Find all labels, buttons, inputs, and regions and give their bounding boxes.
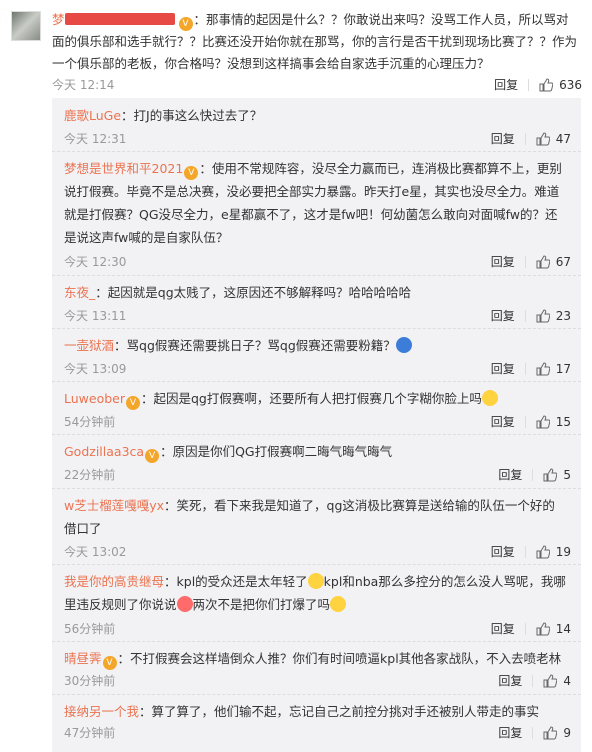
- reply-text: ：原因是你们QG打假赛啊二晦气晦气晦气: [160, 444, 393, 459]
- reply-username[interactable]: 接纳另一个我: [64, 704, 139, 719]
- reply-item: Luweober V ：起因是qg打假赛啊，还要所有人把打假赛几个字糊你脸上吗 54…: [52, 381, 581, 435]
- reply-button[interactable]: 回复: [491, 543, 515, 560]
- reply-time: 22分钟前: [64, 468, 116, 482]
- reply-text: ：算了算了，他们输不起，忘记自己之前控分挑对手还被别人带走的事实: [139, 704, 540, 719]
- reply-item: 鹿歌LuGe：打J的事这么快过去了？ 今天 12:31 回复 47: [52, 98, 581, 152]
- reply-button[interactable]: 回复: [498, 466, 522, 483]
- reply-time: 今天 13:09: [64, 362, 127, 376]
- reply-button[interactable]: 回复: [491, 413, 515, 430]
- reply-button[interactable]: 回复: [491, 253, 515, 270]
- reply-time: 今天 13:02: [64, 545, 127, 559]
- reply-username[interactable]: w芝士榴莲嘎嘎yx: [64, 498, 164, 513]
- reply-username[interactable]: Godzillaa3ca: [64, 444, 144, 459]
- reply-time: 47分钟前: [64, 726, 116, 740]
- reply-button[interactable]: 回复: [491, 620, 515, 637]
- like-count: 9: [563, 725, 571, 740]
- like-count: 14: [555, 621, 571, 636]
- like-icon[interactable]: [543, 467, 558, 482]
- reply-item: 一壶狱酒：骂qg假赛还需要挑日子？骂qg假赛还需要粉籍？ 今天 13:09 回复…: [52, 328, 581, 382]
- reply-item: 晴昼霁 V ：不打假赛会这样墙倒众人推？你们有时间喷逼kpl其他各家战队，不入去喷老…: [52, 641, 581, 695]
- reply-time: 30分钟前: [64, 674, 116, 688]
- like-count: 47: [555, 131, 571, 146]
- reply-username[interactable]: 东夜_: [64, 285, 95, 300]
- like-icon[interactable]: [536, 308, 550, 323]
- reply-button[interactable]: 回复: [491, 360, 515, 377]
- emoji-icon: [395, 337, 412, 353]
- redaction-mark: [64, 13, 175, 25]
- avatar[interactable]: [11, 11, 41, 41]
- divider: [528, 78, 530, 91]
- like-count: 17: [555, 361, 571, 376]
- reply-item: 梦想是世界和平2021 V ：使用不常规阵容，没尽全力赢而已，连消极比赛都算不上，更…: [52, 151, 581, 276]
- like-count: 4: [563, 673, 571, 688]
- reply-text: ：起因是qg打假赛啊，还要所有人把打假赛几个字糊你脸上吗: [141, 391, 482, 406]
- vip-badge-icon: V: [178, 17, 193, 31]
- reply-text: ：起因就是qg太贱了，这原因还不够解释吗？哈哈哈哈哈: [95, 285, 412, 300]
- username[interactable]: 梦: [52, 12, 178, 27]
- emoji-icon: [330, 596, 347, 612]
- like-count: 636: [559, 77, 582, 92]
- like-icon[interactable]: [536, 414, 550, 429]
- reply-button[interactable]: 回复: [491, 307, 515, 324]
- reply-username[interactable]: 一壶狱酒: [64, 338, 114, 353]
- like-count: 19: [555, 544, 571, 559]
- replies-panel: 鹿歌LuGe：打J的事这么快过去了？ 今天 12:31 回复 47 梦想是世界和平…: [52, 98, 581, 752]
- like-count: 67: [555, 254, 571, 269]
- reply-username[interactable]: 鹿歌LuGe: [64, 108, 121, 123]
- reply-username[interactable]: 晴昼霁: [64, 651, 102, 666]
- reply-button[interactable]: 回复: [491, 130, 515, 147]
- like-icon[interactable]: [536, 621, 550, 636]
- reply-username[interactable]: 我是你的高贵继母: [64, 574, 164, 589]
- reply-item: Godzillaa3ca V ：原因是你们QG打假赛啊二晦气晦气晦气 22分钟前 回…: [52, 434, 581, 489]
- vip-badge-icon: V: [102, 656, 117, 670]
- reply-item: w芝士榴莲嘎嘎yx：笑死，看下来我是知道了，qg这消极比赛算是送给输的队伍一个好…: [52, 488, 581, 565]
- main-comment-text: 梦 V ：那事情的起因是什么？？你敢说出来吗？没骂工作人员，所以骂对面的俱乐部和选手…: [52, 12, 578, 71]
- vip-badge-icon: V: [145, 449, 160, 463]
- emoji-icon: [176, 596, 193, 612]
- like-count: 15: [555, 414, 571, 429]
- reply-text: ：不打假赛会这样墙倒众人推？你们有时间喷逼kpl其他各家战队，不入去喷老林: [117, 651, 562, 666]
- like-icon[interactable]: [536, 254, 550, 269]
- like-icon[interactable]: [536, 361, 550, 376]
- reply-text: 两次不是把你们打爆了吗: [192, 597, 331, 612]
- reply-time: 54分钟前: [64, 415, 116, 429]
- main-comment: 梦 V ：那事情的起因是什么？？你敢说出来吗？没骂工作人员，所以骂对面的俱乐部和选手…: [0, 0, 592, 98]
- emoji-icon: [481, 390, 498, 406]
- reply-item: 我是你的高贵继母：kpl的受众还是太年轻了 kpl和nba那么多控分的怎么没人骂呢…: [52, 564, 581, 642]
- emoji-icon: [307, 573, 324, 589]
- reply-time: 今天 12:30: [64, 255, 127, 269]
- like-icon[interactable]: [539, 77, 554, 92]
- reply-username[interactable]: 梦想是世界和平2021: [64, 161, 183, 176]
- reply-button[interactable]: 回复: [494, 76, 518, 93]
- reply-time: 56分钟前: [64, 622, 116, 636]
- reply-button[interactable]: 回复: [498, 724, 522, 741]
- reply-text: ：打J的事这么快过去了？: [121, 108, 263, 123]
- vip-badge-icon: V: [126, 396, 140, 410]
- reply-item: 东夜_：起因就是qg太贱了，这原因还不够解释吗？哈哈哈哈哈 今天 13:11 回…: [52, 275, 581, 329]
- reply-username[interactable]: Luweober: [64, 391, 125, 406]
- reply-time: 今天 12:31: [64, 132, 127, 146]
- like-icon[interactable]: [536, 544, 550, 559]
- like-count: 5: [563, 467, 571, 482]
- like-icon[interactable]: [536, 131, 550, 146]
- vip-badge-icon: V: [184, 166, 199, 180]
- reply-time: 今天 13:11: [64, 309, 127, 323]
- like-count: 23: [555, 308, 571, 323]
- reply-button[interactable]: 回复: [498, 672, 522, 689]
- like-icon[interactable]: [543, 725, 558, 740]
- like-icon[interactable]: [543, 673, 558, 688]
- reply-text: ：kpl的受众还是太年轻了: [164, 574, 308, 589]
- reply-item: 接纳另一个我：算了算了，他们输不起，忘记自己之前控分挑对手还被别人带走的事实 4…: [52, 694, 581, 752]
- reply-text: ：骂qg假赛还需要挑日子？骂qg假赛还需要粉籍？: [114, 338, 396, 353]
- comment-time: 今天 12:14: [52, 78, 115, 92]
